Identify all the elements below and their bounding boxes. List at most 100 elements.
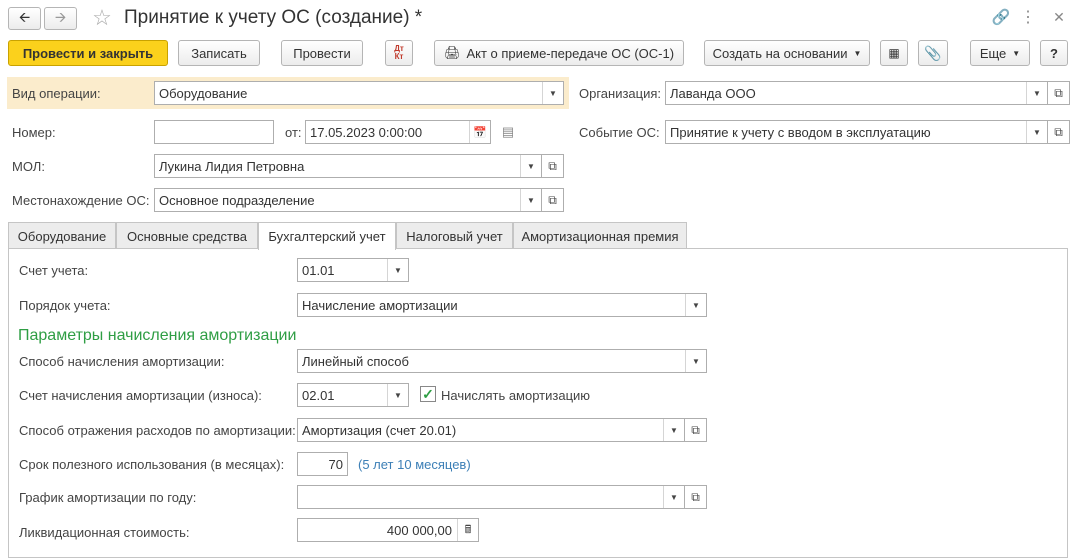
useful-life-hint: (5 лет 10 месяцев)	[358, 457, 471, 472]
accrue-checkbox[interactable]: ✓	[420, 386, 436, 402]
back-button[interactable]: 🡨	[8, 7, 41, 30]
expense-value: Амортизация (счет 20.01)	[302, 422, 457, 438]
open-icon[interactable]: ⧉	[542, 154, 564, 178]
chevron-down-icon[interactable]: ▼	[685, 350, 706, 372]
open-icon[interactable]: ⧉	[685, 418, 707, 442]
more-label: Еще	[979, 45, 1007, 61]
salvage-label: Ликвидационная стоимость:	[19, 525, 190, 540]
create-based-label: Создать на основании	[712, 45, 848, 61]
date-label: от:	[285, 125, 302, 140]
dt-kt-icon: Дт Кт	[394, 44, 404, 61]
act-print-label: Акт о приеме-передаче ОС (ОС-1)	[466, 45, 675, 61]
order-value: Начисление амортизации	[302, 297, 458, 313]
date-input[interactable]: 17.05.2023 0:00:00 📅	[305, 120, 491, 144]
save-button[interactable]: Записать	[178, 40, 260, 66]
more-button[interactable]: Еще ▼	[970, 40, 1030, 66]
chevron-down-icon[interactable]: ▼	[663, 419, 684, 441]
link-icon[interactable]: 🔗	[990, 6, 1012, 28]
chevron-down-icon: ▼	[853, 48, 862, 58]
account-select[interactable]: 01.01 ▼	[297, 258, 409, 282]
chevron-down-icon: ▼	[1012, 48, 1021, 58]
depreciation-section-title: Параметры начисления амортизации	[18, 327, 297, 344]
tab-fixed-assets[interactable]: Основные средства	[116, 222, 258, 249]
page-title: Принятие к учету ОС (создание) *	[124, 7, 423, 28]
order-label: Порядок учета:	[19, 298, 111, 313]
location-select[interactable]: Основное подразделение ▼	[154, 188, 542, 212]
schedule-label: График амортизации по году:	[19, 490, 197, 505]
attach-button[interactable]: 📎	[918, 40, 948, 66]
useful-life-input[interactable]: 70	[297, 452, 348, 476]
depr-account-select[interactable]: 02.01 ▼	[297, 383, 409, 407]
account-label: Счет учета:	[19, 263, 89, 278]
method-value: Линейный способ	[302, 353, 409, 369]
star-icon[interactable]: ☆	[90, 5, 114, 30]
arrow-left-icon: 🡨	[18, 8, 31, 25]
event-label: Событие ОС:	[579, 125, 660, 140]
tab-tax[interactable]: Налоговый учет	[396, 222, 513, 249]
post-button[interactable]: Провести	[281, 40, 363, 66]
chevron-down-icon[interactable]: ▼	[1026, 121, 1047, 143]
open-icon[interactable]: ⧉	[685, 485, 707, 509]
chevron-down-icon[interactable]: ▼	[387, 259, 408, 281]
chevron-down-icon[interactable]: ▼	[685, 294, 706, 316]
expense-select[interactable]: Амортизация (счет 20.01) ▼	[297, 418, 685, 442]
chevron-down-icon[interactable]: ▼	[387, 384, 408, 406]
accrue-label[interactable]: Начислять амортизацию	[441, 388, 590, 403]
event-value: Принятие к учету с вводом в эксплуатацию	[670, 124, 931, 140]
org-select[interactable]: Лаванда ООО ▼	[665, 81, 1048, 105]
calendar-icon[interactable]: 📅	[469, 121, 490, 143]
account-value: 01.01	[302, 262, 335, 278]
act-print-button[interactable]: 🖨 Акт о приеме-передаче ОС (ОС-1)	[434, 40, 684, 66]
open-icon[interactable]: ⧉	[1048, 81, 1070, 105]
tab-accounting[interactable]: Бухгалтерский учет	[258, 222, 396, 250]
post-and-close-button[interactable]: Провести и закрыть	[8, 40, 168, 66]
tab-bonus[interactable]: Амортизационная премия	[513, 222, 687, 249]
printer-icon: 🖨	[443, 45, 461, 60]
structure-button[interactable]: ▦	[880, 40, 908, 66]
chevron-down-icon[interactable]: ▼	[520, 155, 541, 177]
chevron-down-icon[interactable]: ▼	[520, 189, 541, 211]
useful-life-label: Срок полезного использования (в месяцах)…	[19, 457, 285, 472]
comment-icon[interactable]: ▤	[498, 122, 518, 142]
depr-account-value: 02.01	[302, 387, 335, 403]
salvage-input[interactable]: 400 000,00 🖩	[297, 518, 479, 542]
tab-equipment[interactable]: Оборудование	[8, 222, 116, 249]
paperclip-icon: 📎	[924, 44, 942, 61]
calculator-icon[interactable]: 🖩	[457, 519, 478, 541]
mol-select[interactable]: Лукина Лидия Петровна ▼	[154, 154, 542, 178]
mol-value: Лукина Лидия Петровна	[159, 158, 305, 174]
date-value: 17.05.2023 0:00:00	[310, 124, 423, 140]
expense-label: Способ отражения расходов по амортизации…	[19, 423, 296, 438]
location-value: Основное подразделение	[159, 192, 315, 208]
help-button[interactable]: ?	[1040, 40, 1068, 66]
method-label: Способ начисления амортизации:	[19, 354, 225, 369]
operation-select[interactable]: Оборудование ▼	[154, 81, 564, 105]
chevron-down-icon[interactable]: ▼	[663, 486, 684, 508]
salvage-value: 400 000,00	[386, 522, 452, 538]
dt-kt-button[interactable]: Дт Кт	[385, 40, 413, 66]
structure-icon: ▦	[888, 46, 900, 60]
number-label: Номер:	[12, 125, 56, 140]
chevron-down-icon[interactable]: ▼	[542, 82, 563, 104]
location-label: Местонахождение ОС:	[12, 193, 150, 208]
forward-button[interactable]: 🡪	[44, 7, 77, 30]
mol-label: МОЛ:	[12, 159, 45, 174]
number-input[interactable]	[154, 120, 274, 144]
org-label: Организация:	[579, 86, 662, 101]
operation-value: Оборудование	[159, 85, 248, 101]
kebab-icon[interactable]: ⋮	[1020, 6, 1036, 28]
open-icon[interactable]: ⧉	[1048, 120, 1070, 144]
depr-account-label: Счет начисления амортизации (износа):	[19, 388, 262, 403]
open-icon[interactable]: ⧉	[542, 188, 564, 212]
close-icon[interactable]: ✕	[1048, 6, 1070, 28]
order-select[interactable]: Начисление амортизации ▼	[297, 293, 707, 317]
chevron-down-icon[interactable]: ▼	[1026, 82, 1047, 104]
create-based-button[interactable]: Создать на основании ▼	[704, 40, 870, 66]
method-select[interactable]: Линейный способ ▼	[297, 349, 707, 373]
arrow-right-icon: 🡪	[54, 8, 67, 25]
event-select[interactable]: Принятие к учету с вводом в эксплуатацию…	[665, 120, 1048, 144]
schedule-select[interactable]: ▼	[297, 485, 685, 509]
checkmark-icon: ✓	[422, 385, 434, 402]
org-value: Лаванда ООО	[670, 85, 756, 101]
operation-label: Вид операции:	[12, 86, 101, 101]
